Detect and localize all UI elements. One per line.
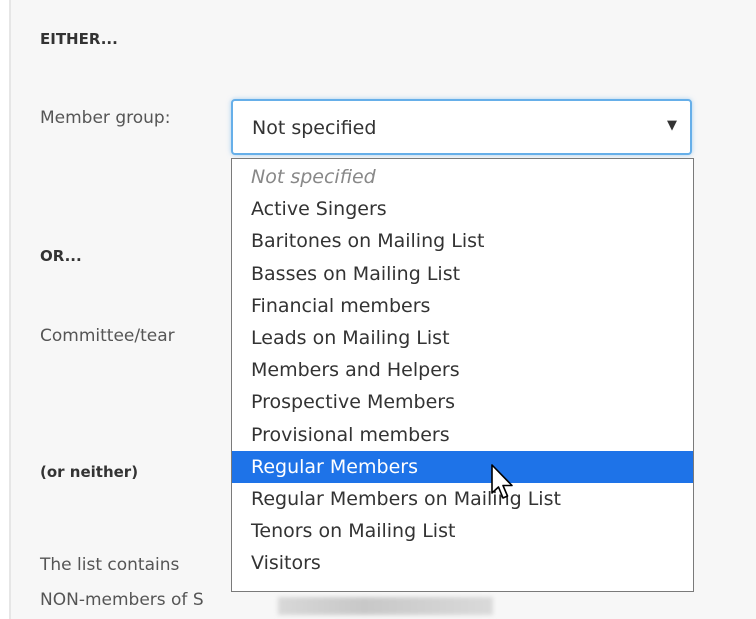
dropdown-option[interactable]: Members and Helpers <box>232 354 693 386</box>
neither-heading: (or neither) <box>40 463 139 481</box>
dropdown-option[interactable]: Baritones on Mailing List <box>232 225 693 257</box>
dropdown-option[interactable]: Provisional members <box>232 419 693 451</box>
either-heading: EITHER... <box>40 30 118 48</box>
redacted-text <box>278 597 493 615</box>
dropdown-option[interactable]: Leads on Mailing List <box>232 322 693 354</box>
dropdown-option[interactable]: Active Singers <box>232 193 693 225</box>
caret-down-icon: ▼ <box>667 118 677 133</box>
committee-label: Committee/tear <box>40 326 175 346</box>
mouse-cursor-icon <box>491 464 513 499</box>
or-heading: OR... <box>40 247 82 265</box>
dropdown-option[interactable]: Tenors on Mailing List <box>232 515 693 547</box>
member-group-selected-value: Not specified <box>252 117 377 139</box>
member-group-select[interactable]: Not specified ▼ <box>231 99 692 155</box>
dropdown-option[interactable]: Prospective Members <box>232 386 693 418</box>
dropdown-option[interactable]: Regular Members <box>232 450 693 483</box>
dropdown-option[interactable]: Regular Members on Mailing List <box>232 483 693 515</box>
dropdown-option[interactable]: Visitors <box>232 547 693 579</box>
list-note-line-1: The list contains <box>40 555 180 575</box>
member-group-label: Member group: <box>40 108 171 128</box>
dropdown-option[interactable]: Basses on Mailing List <box>232 258 693 290</box>
member-group-dropdown-list[interactable]: Not specified Active Singers Baritones on … <box>231 158 694 592</box>
list-note-line-2: NON-members of S <box>40 590 204 610</box>
dropdown-option[interactable]: Financial members <box>232 290 693 322</box>
dropdown-option[interactable]: Not specified <box>232 161 693 193</box>
